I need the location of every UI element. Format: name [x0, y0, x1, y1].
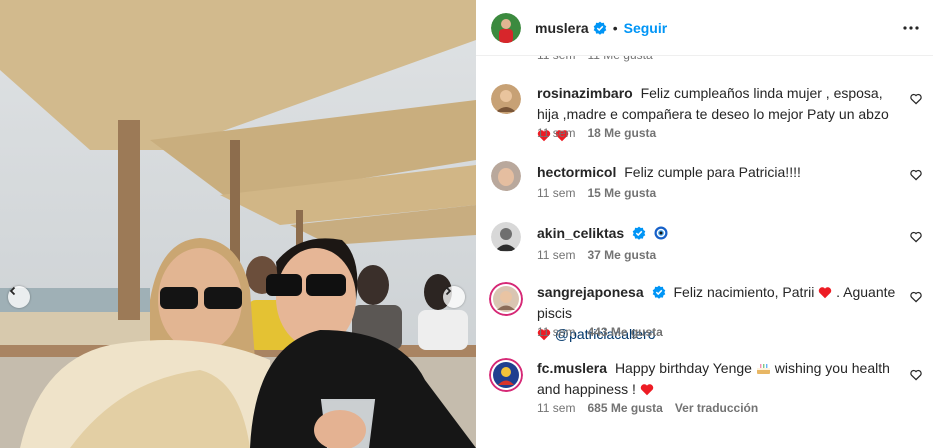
- commenter-avatar[interactable]: [491, 84, 521, 114]
- comment-time: 11 sem: [537, 126, 575, 140]
- red-heart-emoji: [640, 383, 654, 396]
- red-heart-emoji: [818, 286, 832, 299]
- comment-likes[interactable]: 685 Me gusta: [587, 401, 662, 415]
- comment-text: Feliz cumple para Patricia!!!!: [624, 164, 801, 180]
- comment-item: rosinazimbaro Feliz cumpleaños linda muj…: [476, 84, 933, 146]
- comment-time: 11 sem: [537, 401, 575, 415]
- comment-meta: 11 sem 685 Me gusta Ver traducción: [537, 401, 770, 415]
- comment-body: fc.muslera Happy birthday Yenge wishing …: [537, 358, 897, 400]
- post-header: muslera • Seguir: [476, 0, 933, 56]
- heart-outline-icon[interactable]: [910, 369, 922, 381]
- comment-body: akin_celiktas: [537, 223, 897, 244]
- comment-item: fc.muslera Happy birthday Yenge wishing …: [476, 358, 933, 424]
- comment-time: 11 sem: [537, 325, 575, 339]
- photo-illustration: [0, 0, 476, 448]
- commenter-avatar[interactable]: [491, 222, 521, 252]
- separator-dot: •: [613, 20, 618, 36]
- heart-outline-icon[interactable]: [910, 231, 922, 243]
- comment-meta: 11 sem 18 Me gusta: [537, 126, 668, 140]
- comment-item: akin_celiktas 11 sem 37 Me gusta: [476, 222, 933, 266]
- comment-likes[interactable]: 15 Me gusta: [587, 186, 656, 200]
- author-username[interactable]: muslera: [535, 20, 589, 36]
- post-photo: [0, 0, 476, 448]
- cake-emoji: [756, 362, 771, 375]
- comment-item: hectormicol Feliz cumple para Patricia!!…: [476, 160, 933, 204]
- heart-outline-icon[interactable]: [910, 169, 922, 181]
- commenter-avatar[interactable]: [489, 282, 523, 316]
- comment-body: hectormicol Feliz cumple para Patricia!!…: [537, 162, 897, 183]
- nazar-eye-emoji: [654, 226, 668, 240]
- heart-outline-icon[interactable]: [910, 291, 922, 303]
- chevron-right-icon: [443, 286, 453, 296]
- comment-meta: 11 sem 37 Me gusta: [537, 248, 668, 262]
- heart-outline-icon[interactable]: [910, 93, 922, 105]
- more-options-icon[interactable]: [903, 20, 919, 36]
- follow-button[interactable]: Seguir: [624, 20, 668, 36]
- verified-icon: [652, 285, 666, 299]
- comment-meta: 11 sem 15 Me gusta: [537, 186, 668, 200]
- comment-time: 11 sem: [537, 186, 575, 200]
- comment-text: Feliz nacimiento, Patrii: [674, 284, 815, 300]
- comment-likes[interactable]: 443 Me gusta: [587, 325, 662, 339]
- post-side-panel: muslera • Seguir 11 sem11 Me gusta rosin…: [476, 0, 933, 448]
- next-photo-button[interactable]: [443, 286, 465, 308]
- commenter-username[interactable]: sangrejaponesa: [537, 284, 644, 300]
- comment-meta: 11 sem 443 Me gusta: [537, 325, 675, 339]
- comment-likes[interactable]: 18 Me gusta: [587, 126, 656, 140]
- previous-photo-button[interactable]: [8, 286, 30, 308]
- commenter-avatar[interactable]: [491, 161, 521, 191]
- comment-item: sangrejaponesa Feliz nacimiento, Patrii …: [476, 282, 933, 344]
- verified-icon: [593, 21, 607, 35]
- commenter-username[interactable]: rosinazimbaro: [537, 85, 633, 101]
- chevron-left-icon: [8, 286, 18, 296]
- author-avatar[interactable]: [491, 13, 521, 43]
- comment-text: Happy birthday Yenge: [615, 360, 752, 376]
- commenter-username[interactable]: akin_celiktas: [537, 225, 624, 241]
- commenter-username[interactable]: fc.muslera: [537, 360, 607, 376]
- commenter-avatar[interactable]: [489, 358, 523, 392]
- comment-time: 11 sem: [537, 248, 575, 262]
- verified-icon: [632, 226, 646, 240]
- commenter-username[interactable]: hectormicol: [537, 164, 616, 180]
- comment-likes[interactable]: 37 Me gusta: [587, 248, 656, 262]
- translate-link[interactable]: Ver traducción: [675, 401, 758, 415]
